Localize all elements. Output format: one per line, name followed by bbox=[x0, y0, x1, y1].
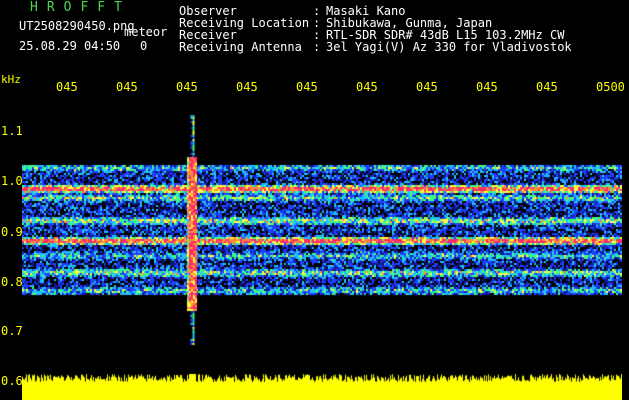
x-tick-label: 045 bbox=[176, 80, 198, 94]
y-axis-unit: kHz bbox=[1, 73, 21, 86]
info-sep: : bbox=[313, 40, 321, 54]
x-tick-label: 045 bbox=[56, 80, 78, 94]
app-title: HROFFT bbox=[30, 0, 131, 15]
y-tick-label: 1.1 bbox=[1, 124, 23, 138]
y-tick-label: 0.9 bbox=[1, 225, 23, 239]
y-tick-label: 0.8 bbox=[1, 275, 23, 289]
meteor-count: 0 bbox=[140, 39, 148, 53]
y-tick-label: 0.6 bbox=[1, 374, 23, 388]
x-tick-label: 045 bbox=[536, 80, 558, 94]
meteor-label: meteor bbox=[124, 25, 168, 39]
info-value-antenna: 3el Yagi(V) Az 330 for Vladivostok bbox=[326, 40, 572, 54]
x-tick-label: 045 bbox=[476, 80, 498, 94]
x-tick-label: 045 bbox=[356, 80, 378, 94]
x-tick-label: 0500 bbox=[596, 80, 625, 94]
date-time: 25.08.29 04:50 bbox=[19, 39, 121, 53]
y-tick-label: 0.7 bbox=[1, 324, 23, 338]
x-tick-label: 045 bbox=[416, 80, 438, 94]
y-tick-label: 1.0 bbox=[1, 174, 23, 188]
info-key-antenna: Receiving Antenna bbox=[179, 40, 302, 54]
file-name: UT2508290450.png bbox=[19, 19, 135, 33]
x-tick-label: 045 bbox=[236, 80, 258, 94]
x-tick-label: 045 bbox=[296, 80, 318, 94]
spectrogram-plot bbox=[22, 95, 622, 375]
x-tick-label: 045 bbox=[116, 80, 138, 94]
amplitude-strip bbox=[22, 370, 622, 400]
